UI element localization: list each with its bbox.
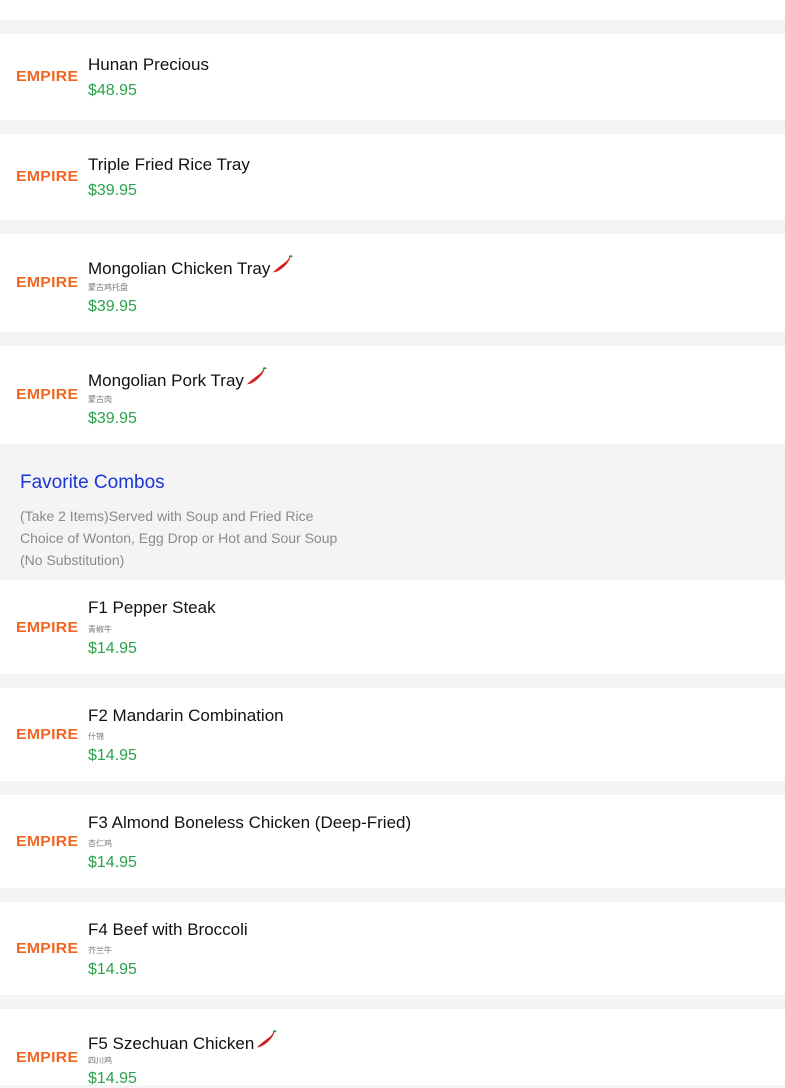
item-name-text: F5 Szechuan Chicken: [88, 1034, 255, 1053]
item-price: $14.95: [88, 1070, 137, 1087]
item-subtitle: 四川鸡: [88, 1056, 112, 1065]
item-price: $48.95: [88, 82, 137, 99]
empire-logo: EMPIRE: [16, 1049, 79, 1066]
item-price: $14.95: [88, 961, 137, 978]
section-description-line: (No Substitution): [20, 552, 125, 568]
empire-logo: EMPIRE: [16, 619, 79, 636]
item-subtitle: 蒙古肉: [88, 395, 112, 404]
item-name: Mongolian Chicken Tray: [88, 255, 294, 279]
item-subtitle: 什锦: [88, 732, 104, 741]
item-price: $14.95: [88, 747, 137, 764]
chili-pepper-icon: [246, 367, 267, 385]
item-subtitle: 蒙古鸡托盘: [88, 283, 128, 292]
item-subtitle: 芥兰牛: [88, 946, 112, 955]
section-header-favorite-combos: Favorite Combos (Take 2 Items)Served wit…: [0, 445, 785, 579]
empire-logo: EMPIRE: [16, 274, 79, 291]
empire-logo: EMPIRE: [16, 833, 79, 850]
empire-logo: EMPIRE: [16, 168, 79, 185]
menu-item-mongolian-chicken-tray[interactable]: EMPIRE Mongolian Chicken Tray 蒙古鸡托盘 $39.…: [0, 234, 785, 332]
menu-item-f2-mandarin-combination[interactable]: EMPIRE F2 Mandarin Combination 什锦 $14.95: [0, 688, 785, 781]
item-price: $39.95: [88, 410, 137, 427]
section-description-line: Choice of Wonton, Egg Drop or Hot and So…: [20, 530, 338, 546]
menu-item-f5-szechuan-chicken[interactable]: EMPIRE F5 Szechuan Chicken 四川鸡 $14.95: [0, 1009, 785, 1087]
item-price: $39.95: [88, 182, 137, 199]
menu-item-triple-fried-rice-tray[interactable]: EMPIRE Triple Fried Rice Tray $39.95: [0, 134, 785, 220]
section-description-line: (Take 2 Items)Served with Soup and Fried…: [20, 508, 314, 524]
item-name: Triple Fried Rice Tray: [88, 155, 250, 174]
item-price: $14.95: [88, 640, 137, 657]
section-description: (Take 2 Items)Served with Soup and Fried…: [20, 505, 337, 571]
section-title: Favorite Combos: [20, 472, 165, 493]
item-name-text: Mongolian Pork Tray: [88, 371, 244, 390]
menu-item-f3-almond-boneless-chicken[interactable]: EMPIRE F3 Almond Boneless Chicken (Deep-…: [0, 795, 785, 888]
item-name: F2 Mandarin Combination: [88, 706, 284, 725]
item-name-text: Mongolian Chicken Tray: [88, 259, 271, 278]
item-subtitle: 青椒牛: [88, 625, 112, 634]
menu-item-mongolian-pork-tray[interactable]: EMPIRE Mongolian Pork Tray 蒙古肉 $39.95: [0, 346, 785, 444]
empire-logo: EMPIRE: [16, 940, 79, 957]
item-name: Hunan Precious: [88, 55, 209, 74]
empire-logo: EMPIRE: [16, 726, 79, 743]
list-item-partial[interactable]: [0, 0, 785, 20]
menu-item-hunan-precious[interactable]: EMPIRE Hunan Precious $48.95: [0, 34, 785, 120]
chili-pepper-icon: [257, 1030, 278, 1048]
item-price: $14.95: [88, 854, 137, 871]
empire-logo: EMPIRE: [16, 68, 79, 85]
chili-pepper-icon: [273, 255, 294, 273]
item-subtitle: 杏仁鸡: [88, 839, 112, 848]
menu-item-f1-pepper-steak[interactable]: EMPIRE F1 Pepper Steak 青椒牛 $14.95: [0, 580, 785, 674]
item-name: F4 Beef with Broccoli: [88, 920, 248, 939]
item-name: Mongolian Pork Tray: [88, 367, 267, 391]
item-price: $39.95: [88, 298, 137, 315]
menu-item-f4-beef-with-broccoli[interactable]: EMPIRE F4 Beef with Broccoli 芥兰牛 $14.95: [0, 902, 785, 995]
item-name: F5 Szechuan Chicken: [88, 1030, 278, 1054]
item-name: F3 Almond Boneless Chicken (Deep-Fried): [88, 813, 412, 832]
item-name: F1 Pepper Steak: [88, 598, 216, 617]
empire-logo: EMPIRE: [16, 386, 79, 403]
